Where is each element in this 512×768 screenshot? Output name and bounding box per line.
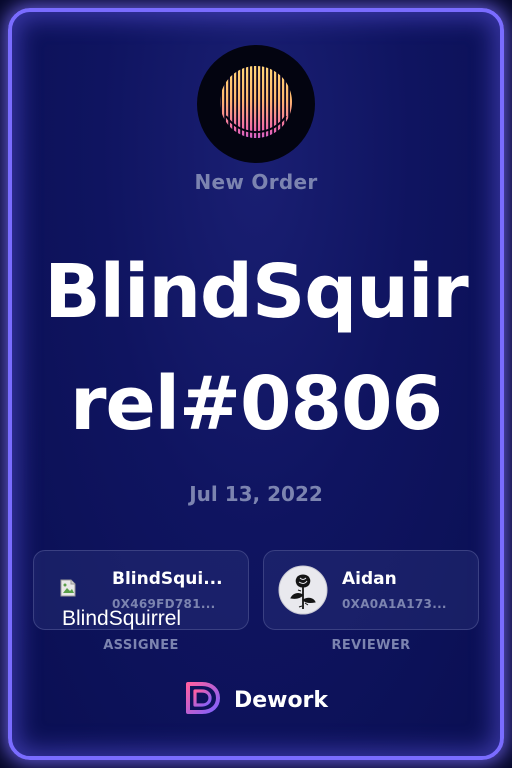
reviewer-address: 0XA0A1A173... xyxy=(342,597,447,611)
brand-footer: Dework xyxy=(0,680,512,720)
reviewer-label: REVIEWER xyxy=(331,638,411,653)
rose-icon xyxy=(278,565,328,619)
assignee-card[interactable]: BlindSquirrel BlindSqui... 0X469FD781... xyxy=(33,550,249,630)
order-avatar xyxy=(197,45,315,163)
assignee-name: BlindSqui... xyxy=(112,569,223,589)
reviewer-avatar xyxy=(278,565,328,615)
striped-sunset-circle-icon xyxy=(206,54,306,154)
order-subtitle: New Order xyxy=(194,170,318,194)
page-title: BlindSquirrel#0806 xyxy=(44,249,469,447)
reviewer-card[interactable]: Aidan 0XA0A1A173... xyxy=(263,550,479,630)
assignee-label: ASSIGNEE xyxy=(103,638,179,653)
order-date: Jul 13, 2022 xyxy=(189,482,323,506)
assignee-avatar-alt: BlindSquirrel xyxy=(62,607,182,630)
dework-logo-icon xyxy=(184,680,222,720)
brand-name: Dework xyxy=(233,687,329,713)
assignee-avatar: BlindSquirrel xyxy=(48,565,181,630)
reviewer-name: Aidan xyxy=(342,569,397,589)
